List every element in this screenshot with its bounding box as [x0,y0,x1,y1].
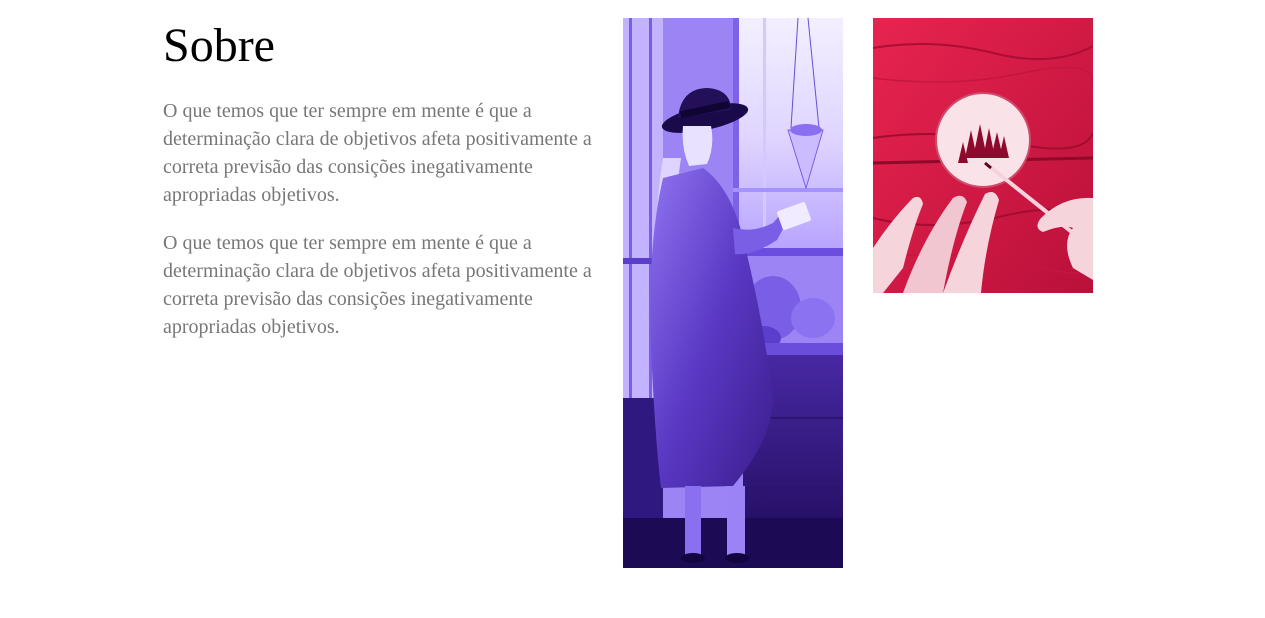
page-title: Sobre [163,19,275,72]
painting-photo [873,18,1093,293]
woman-photo [623,18,843,568]
about-paragraph-2: O que temos que ter sempre em mente é qu… [163,232,592,338]
painting-photo-illustration [873,18,1093,293]
page: Sobre O que temos que ter sempre em ment… [0,0,1265,618]
about-paragraph-1: O que temos que ter sempre em mente é qu… [163,100,592,206]
about-section: Sobre O que temos que ter sempre em ment… [163,18,603,341]
woman-photo-illustration [623,18,843,568]
